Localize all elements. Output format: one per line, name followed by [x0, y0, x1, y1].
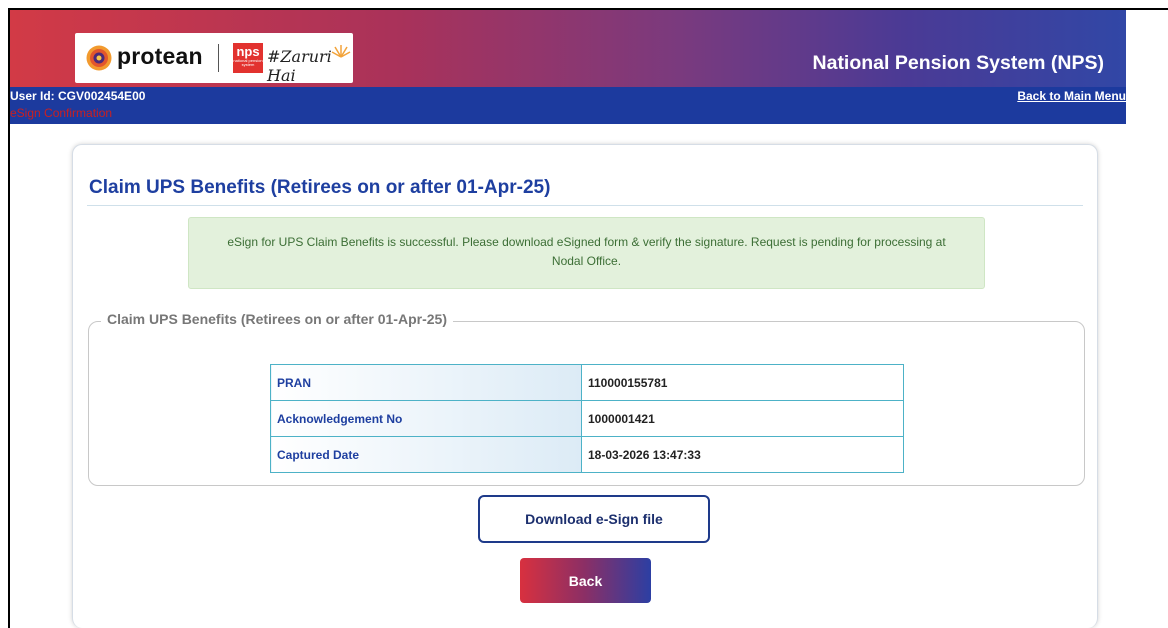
details-table: PRAN 110000155781 Acknowledgement No 100… [270, 364, 904, 473]
brand-logo: protean nps national pension system #Zar… [75, 33, 353, 85]
captured-date-label: Captured Date [270, 436, 582, 473]
back-to-main-menu-link[interactable]: Back to Main Menu [1017, 89, 1126, 103]
nps-logo-subtext: national pension system [233, 58, 263, 67]
nps-logo-text: nps [236, 44, 260, 59]
download-esign-button[interactable]: Download e-Sign file [478, 495, 710, 543]
table-row: PRAN 110000155781 [270, 364, 904, 401]
success-alert: eSign for UPS Claim Benefits is successf… [188, 217, 985, 289]
company-name: protean [117, 43, 203, 69]
app-title: National Pension System (NPS) [812, 52, 1104, 74]
protean-logo-icon [86, 45, 112, 71]
logo-divider [218, 44, 219, 72]
claim-card: Claim UPS Benefits (Retirees on or after… [72, 144, 1098, 628]
pran-value: 110000155781 [581, 364, 904, 401]
user-bar: User Id: CGV002454E00 eSign Confirmation… [10, 87, 1126, 124]
title-divider [87, 205, 1083, 206]
header-banner: protean nps national pension system #Zar… [10, 10, 1126, 87]
acknowledgement-value: 1000001421 [581, 400, 904, 437]
table-row: Acknowledgement No 1000001421 [270, 400, 904, 437]
pran-label: PRAN [270, 364, 582, 401]
breadcrumb: eSign Confirmation [10, 106, 113, 120]
page-title: Claim UPS Benefits (Retirees on or after… [89, 177, 551, 198]
captured-date-value: 18-03-2026 13:47:33 [581, 436, 904, 473]
user-id-label: User Id: CGV002454E00 [10, 89, 146, 103]
acknowledgement-label: Acknowledgement No [270, 400, 582, 437]
sun-rays-icon [331, 45, 351, 58]
fieldset-legend: Claim UPS Benefits (Retirees on or after… [101, 311, 453, 327]
claim-details-fieldset: Claim UPS Benefits (Retirees on or after… [88, 311, 1085, 486]
nps-logo: nps national pension system [233, 43, 263, 73]
table-row: Captured Date 18-03-2026 13:47:33 [270, 436, 904, 473]
back-button[interactable]: Back [520, 558, 651, 603]
